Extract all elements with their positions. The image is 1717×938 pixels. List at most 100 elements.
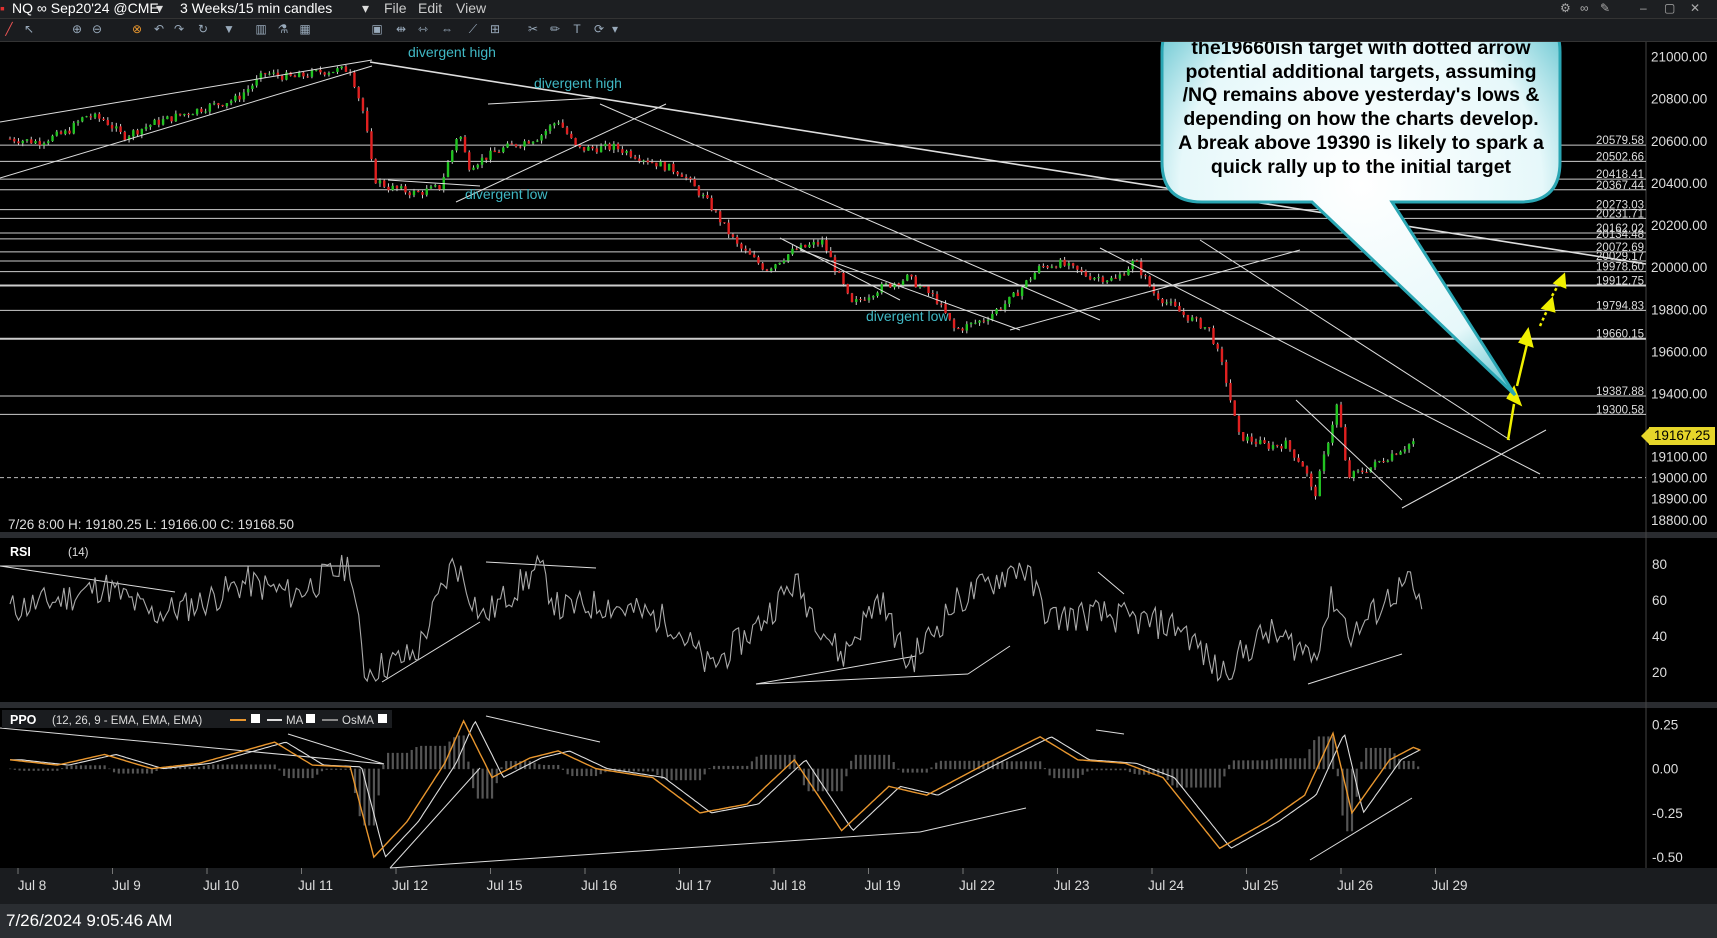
draw-icon[interactable]: ╱ — [2, 22, 16, 36]
layout-icon[interactable]: ▣ — [370, 22, 384, 36]
candle-body — [1050, 266, 1054, 268]
cursor-icon[interactable]: ↖ — [22, 22, 36, 36]
osma-bar — [873, 754, 876, 770]
menu-file[interactable]: File — [384, 0, 407, 17]
osma-bar — [920, 768, 924, 773]
settings-icon[interactable]: ⚙ — [1560, 0, 1571, 17]
candle-body — [804, 244, 807, 248]
osma-bar — [311, 768, 314, 779]
refresh-icon[interactable]: ↻ — [196, 22, 210, 36]
osma-bar — [1284, 758, 1287, 770]
redo-icon[interactable]: ↷ — [172, 22, 186, 36]
candle-body — [1042, 265, 1045, 267]
osma-bar — [1039, 761, 1042, 770]
osma-bar — [146, 768, 149, 774]
osma-bar — [424, 745, 427, 770]
ppo-toggle-checkbox[interactable] — [251, 714, 260, 723]
candle-body — [38, 141, 41, 146]
last-price-tag: 19167.25 — [1641, 427, 1715, 445]
candle-body — [229, 100, 233, 104]
candle-body — [383, 180, 386, 187]
menu-view[interactable]: View — [456, 0, 486, 17]
candle-body — [884, 283, 888, 285]
timeframe-dropdown-icon[interactable]: ▾ — [362, 0, 369, 17]
panel-separator[interactable] — [0, 702, 1717, 708]
study-icon[interactable]: ⚗ — [276, 22, 290, 36]
osma-bar — [240, 764, 243, 770]
maximize-icon[interactable]: ▢ — [1664, 0, 1675, 17]
candle-body — [438, 185, 441, 190]
osma-bar — [765, 754, 768, 770]
sync-icon[interactable]: ⟳ — [592, 22, 606, 36]
align-icon[interactable]: ⇔ — [440, 22, 454, 36]
sync-dropdown-icon[interactable]: ▾ — [608, 22, 622, 36]
menu-edit[interactable]: Edit — [418, 0, 442, 17]
candle-body — [93, 113, 97, 118]
candle-body — [906, 274, 909, 281]
candle-body — [1076, 265, 1079, 270]
osma-bar — [1176, 768, 1179, 788]
level-label: 20579.58 — [1596, 135, 1644, 147]
candle-body — [782, 260, 786, 263]
ma-toggle-checkbox[interactable] — [306, 714, 315, 723]
osma-bar — [963, 760, 966, 770]
candle-body — [850, 293, 854, 302]
candle-body — [1093, 277, 1096, 280]
panel-separator[interactable] — [0, 532, 1717, 538]
crosshair-icon[interactable]: ⊗ — [130, 22, 144, 36]
chart-toolbar: ╱ ↖ ⊕ ⊖ ⊗ ↶ ↷ ↻ ▼ ▥ ⚗ ▦ ▣ ⇹ ⇿ ⇔ ⟋ ⊞ ✂ ✏ … — [0, 19, 1717, 42]
osma-bar — [859, 754, 862, 770]
close-icon[interactable]: ✕ — [1690, 0, 1700, 17]
osma-bar — [779, 754, 782, 770]
link-icon[interactable]: ∞ — [1580, 0, 1589, 17]
ppo-legend-osma: OsMA — [342, 715, 374, 727]
symbol-selector[interactable]: NQ ∞ Sep20'24 @CME — [12, 0, 159, 17]
zoom-out-icon[interactable]: ⊖ — [90, 22, 104, 36]
expand-icon[interactable]: ⇿ — [416, 22, 430, 36]
zoom-in-icon[interactable]: ⊕ — [70, 22, 84, 36]
candle-body — [174, 113, 178, 122]
bar-style-icon[interactable]: ▥ — [254, 22, 268, 36]
osma-bar — [231, 764, 234, 770]
candle-body — [1365, 472, 1368, 474]
candle-body — [59, 131, 63, 134]
candle-body — [1276, 445, 1279, 447]
pencil-icon[interactable]: ✏ — [548, 22, 562, 36]
grid-icon[interactable]: ▦ — [298, 22, 312, 36]
candle-body — [842, 272, 845, 285]
osma-bar — [1261, 760, 1264, 770]
candle-body — [13, 138, 16, 142]
timeframe-selector[interactable]: 3 Weeks/15 min candles — [180, 0, 332, 17]
osma-bar — [1053, 768, 1056, 779]
candle-body — [1097, 277, 1100, 279]
candle-body — [701, 194, 705, 196]
symbol-dropdown-icon[interactable]: ▾ — [156, 0, 163, 17]
osma-bar — [320, 768, 324, 772]
candle-body — [1259, 440, 1262, 445]
candle-body — [808, 244, 811, 248]
level-label: 19978.60 — [1596, 262, 1644, 274]
osma-bar — [1388, 747, 1391, 770]
osma-bar — [259, 764, 262, 770]
osma-bar — [1072, 768, 1075, 779]
candle-body — [1054, 266, 1058, 268]
text-tool-icon[interactable]: T — [570, 22, 584, 36]
osma-bar — [925, 768, 928, 773]
osma-bar — [746, 765, 749, 770]
pin-icon[interactable]: ✎ — [1600, 0, 1610, 17]
dropdown-icon[interactable]: ▼ — [222, 22, 236, 36]
candle-body — [523, 141, 526, 147]
trend-icon[interactable]: ⟋ — [466, 22, 480, 36]
compress-icon[interactable]: ⇹ — [394, 22, 408, 36]
osma-bar — [377, 768, 380, 796]
osma-bar — [845, 768, 848, 777]
tools-icon[interactable]: ✂ — [526, 22, 540, 36]
osma-bar — [897, 768, 900, 770]
time-tick-label: Jul 16 — [581, 878, 617, 893]
chart-type-icon[interactable]: ⊞ — [488, 22, 502, 36]
osma-bar — [198, 766, 201, 770]
osma-toggle-checkbox[interactable] — [378, 714, 387, 723]
time-tick-label: Jul 12 — [392, 878, 428, 893]
minimize-icon[interactable]: – — [1640, 0, 1647, 17]
undo-icon[interactable]: ↶ — [152, 22, 166, 36]
